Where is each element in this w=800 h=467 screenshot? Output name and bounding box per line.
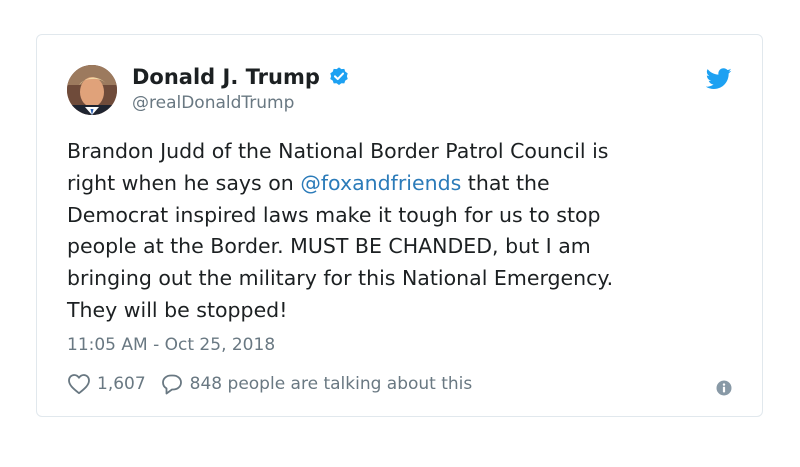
mention-link-foxandfriends[interactable]: @foxandfriends — [300, 171, 461, 195]
tweet-line: They will be stopped! — [67, 295, 717, 327]
tweet-line: Democrat inspired laws make it tough for… — [67, 200, 717, 232]
heart-icon — [68, 374, 90, 395]
talking-count: 848 people are talking about this — [189, 374, 473, 394]
tweet-line-text: that the — [461, 170, 550, 195]
tweet-line: bringing out the military for this Natio… — [67, 263, 717, 295]
reply-button[interactable]: 848 people are talking about this — [146, 373, 473, 395]
tweet-line: people at the Border. MUST BE CHANDED, b… — [67, 231, 717, 263]
engagement-bar: 1,607 848 people are talking about this — [67, 373, 472, 395]
author-handle[interactable]: @realDonaldTrump — [132, 93, 294, 113]
like-button[interactable]: 1,607 — [67, 373, 146, 395]
twitter-bird-icon[interactable] — [706, 68, 732, 90]
avatar-image — [67, 65, 117, 115]
tweet-line-text: They will be stopped! — [67, 297, 288, 322]
tweet-line-text: Brandon Judd of the National Border Patr… — [67, 139, 609, 163]
tweet-text: Brandon Judd of the National Border Patr… — [67, 136, 717, 327]
author-avatar[interactable] — [67, 65, 117, 115]
tweet-card[interactable]: Donald J. Trump @realDonaldTrump Brandon… — [36, 34, 763, 417]
tweet-line-text: right when he says on — [67, 170, 301, 195]
author-display-name[interactable]: Donald J. Trump — [132, 65, 320, 89]
verified-badge-icon — [330, 67, 348, 85]
tweet-line-text: Democrat inspired laws make it tough for… — [67, 202, 601, 227]
tweet-line: right when he says on @foxandfriends tha… — [67, 168, 717, 200]
tweet-line: Brandon Judd of the National Border Patr… — [67, 136, 717, 168]
like-count: 1,607 — [97, 374, 146, 394]
speech-bubble-icon — [161, 374, 182, 395]
tweet-line-text: people at the Border. MUST BE CHANDED, b… — [67, 234, 591, 259]
tweet-timestamp[interactable]: 11:05 AM - Oct 25, 2018 — [67, 335, 275, 355]
info-icon[interactable] — [716, 380, 732, 396]
tweet-line-text: bringing out the military for this Natio… — [67, 266, 614, 291]
